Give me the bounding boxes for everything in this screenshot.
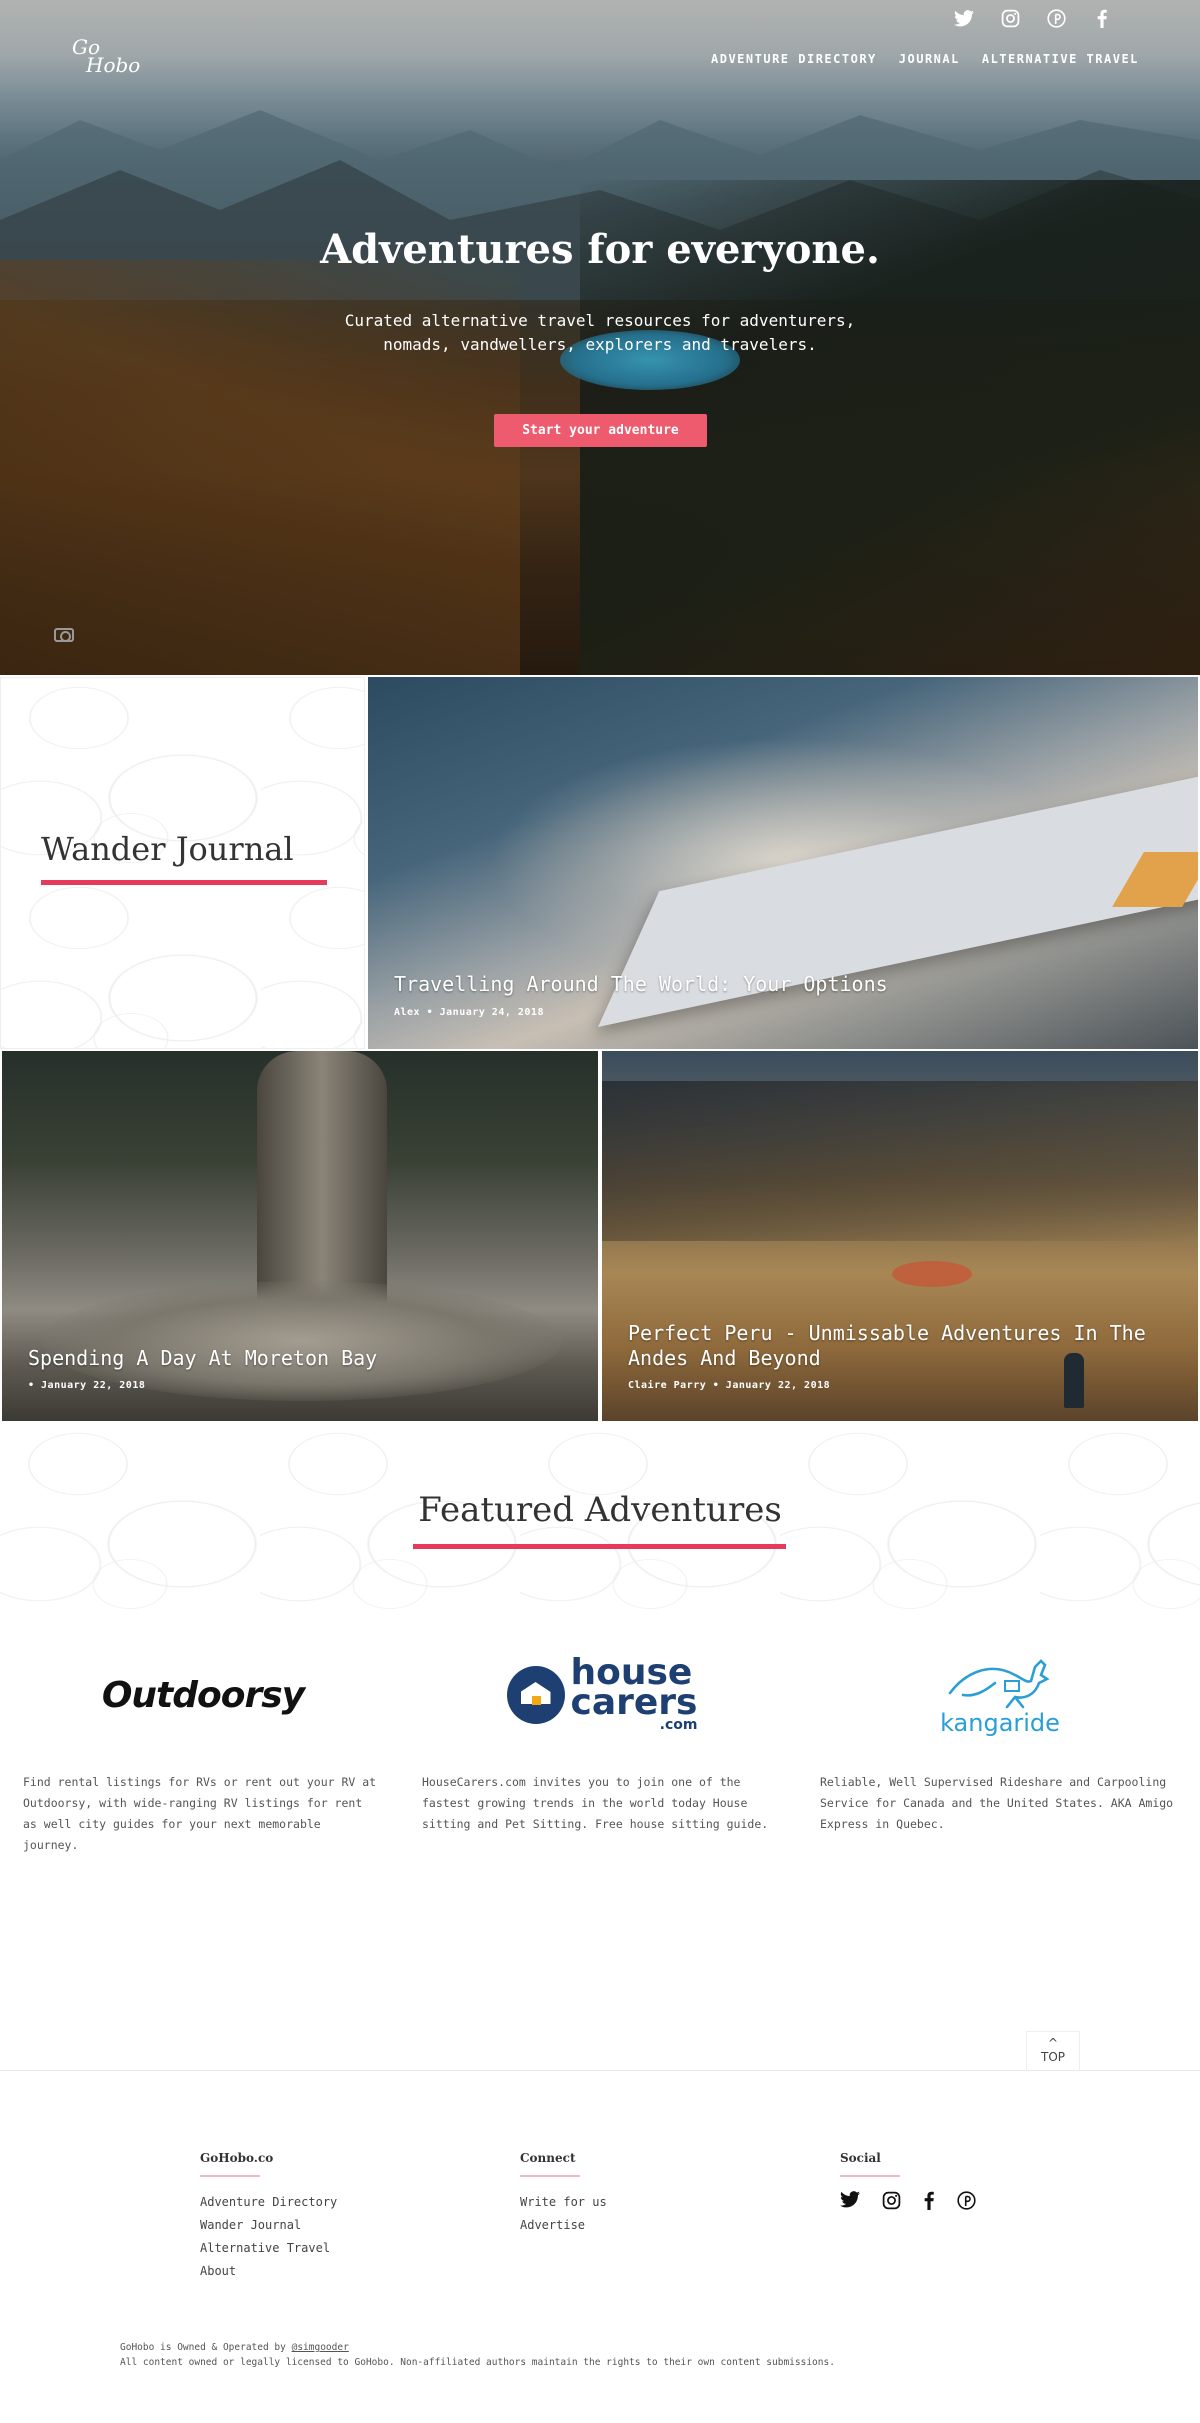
footer-link-advertise[interactable]: Advertise — [520, 2214, 607, 2237]
hero-subtitle: Curated alternative travel resources for… — [344, 311, 856, 354]
camera-icon[interactable] — [54, 628, 74, 642]
post-meta: • January 22, 2018 — [28, 1380, 146, 1391]
instagram-icon[interactable] — [1000, 8, 1020, 28]
footer-col-gohobo: GoHobo.co Adventure Directory Wander Jou… — [200, 2151, 337, 2283]
footer-heading: Connect — [520, 2151, 576, 2165]
footer-link-about[interactable]: About — [200, 2260, 337, 2283]
twitter-icon[interactable] — [840, 2191, 860, 2215]
post-title[interactable]: Spending A Day At Moreton Bay — [28, 1346, 568, 1371]
pinterest-icon[interactable] — [1046, 8, 1066, 28]
main-nav: ADVENTURE DIRECTORY JOURNAL ALTERNATIVE … — [711, 52, 1139, 66]
kangaroo-icon — [948, 1659, 1050, 1709]
hero-section: Go Hobo ADVENTURE DIRECTORY JOURNAL ALTE… — [0, 0, 1200, 675]
instagram-icon[interactable] — [882, 2191, 901, 2215]
pinterest-icon[interactable] — [957, 2191, 976, 2215]
footer-link-adventure-directory[interactable]: Adventure Directory — [200, 2191, 337, 2214]
partner-outdoorsy: Outdoorsy Find rental listings for RVs o… — [23, 1640, 383, 1856]
post-title[interactable]: Travelling Around The World: Your Option… — [394, 972, 888, 997]
tree-trunk — [257, 1051, 387, 1311]
wander-journal-panel: Wander Journal — [0, 677, 365, 1049]
wander-journal-heading: Wander Journal — [41, 830, 294, 868]
partner-description: HouseCarers.com invites you to join one … — [422, 1775, 769, 1831]
kangaride-logo[interactable]: kangaride — [820, 1640, 1180, 1750]
journal-post-card[interactable]: Perfect Peru - Unmissable Adventures In … — [602, 1051, 1198, 1421]
featured-adventures-heading: Featured Adventures — [418, 1490, 782, 1530]
footer-heading: Social — [840, 2151, 881, 2165]
footer-link-wander-journal[interactable]: Wander Journal — [200, 2214, 337, 2237]
header-social-links — [954, 8, 1112, 28]
andes-mountains — [602, 1081, 1198, 1241]
copyright-notice: GoHobo is Owned & Operated by @simgooder… — [120, 2342, 835, 2368]
start-adventure-button[interactable]: Start your adventure — [494, 414, 707, 447]
back-to-top-button[interactable]: ^ TOP — [1026, 2031, 1080, 2071]
featured-adventures-header: Featured Adventures — [0, 1424, 1200, 1629]
owner-link[interactable]: @simgooder — [292, 2342, 349, 2353]
post-title[interactable]: Perfect Peru - Unmissable Adventures In … — [628, 1321, 1148, 1371]
outdoorsy-logo[interactable]: Outdoorsy — [23, 1640, 383, 1750]
facebook-icon[interactable] — [1092, 8, 1112, 28]
footer-col-connect: Connect Write for us Advertise — [520, 2151, 607, 2237]
footer-col-social: Social — [840, 2151, 976, 2215]
nav-journal[interactable]: JOURNAL — [899, 52, 960, 66]
footer-link-alternative-travel[interactable]: Alternative Travel — [200, 2237, 337, 2260]
post-meta: Claire Parry • January 22, 2018 — [628, 1380, 831, 1391]
post-meta: Alex • January 24, 2018 — [394, 1007, 544, 1018]
partner-kangaride: kangaride Reliable, Well Supervised Ride… — [820, 1640, 1180, 1835]
nav-adventure-directory[interactable]: ADVENTURE DIRECTORY — [711, 52, 877, 66]
partner-description: Reliable, Well Supervised Rideshare and … — [820, 1775, 1174, 1831]
house-icon — [506, 1666, 565, 1724]
journal-post-card[interactable]: Spending A Day At Moreton Bay • January … — [2, 1051, 598, 1421]
footer-divider — [0, 2070, 1200, 2071]
twitter-icon[interactable] — [954, 8, 974, 28]
footer-link-write-for-us[interactable]: Write for us — [520, 2191, 607, 2214]
heading-underline — [413, 1544, 786, 1549]
journal-post-card[interactable]: Travelling Around The World: Your Option… — [368, 677, 1198, 1049]
partner-housecarers: house carers .com HouseCarers.com invite… — [422, 1640, 782, 1835]
heading-underline — [41, 880, 327, 885]
facebook-icon[interactable] — [923, 2191, 935, 2215]
housecarers-logo[interactable]: house carers .com — [422, 1640, 782, 1750]
partner-description: Find rental listings for RVs or rent out… — [23, 1775, 377, 1852]
footer-heading: GoHobo.co — [200, 2151, 274, 2165]
gohobo-logo[interactable]: Go Hobo — [72, 37, 140, 75]
chevron-up-icon: ^ — [1047, 2036, 1059, 2050]
nav-alternative-travel[interactable]: ALTERNATIVE TRAVEL — [982, 52, 1139, 66]
hero-title: Adventures for everyone. — [320, 226, 880, 273]
